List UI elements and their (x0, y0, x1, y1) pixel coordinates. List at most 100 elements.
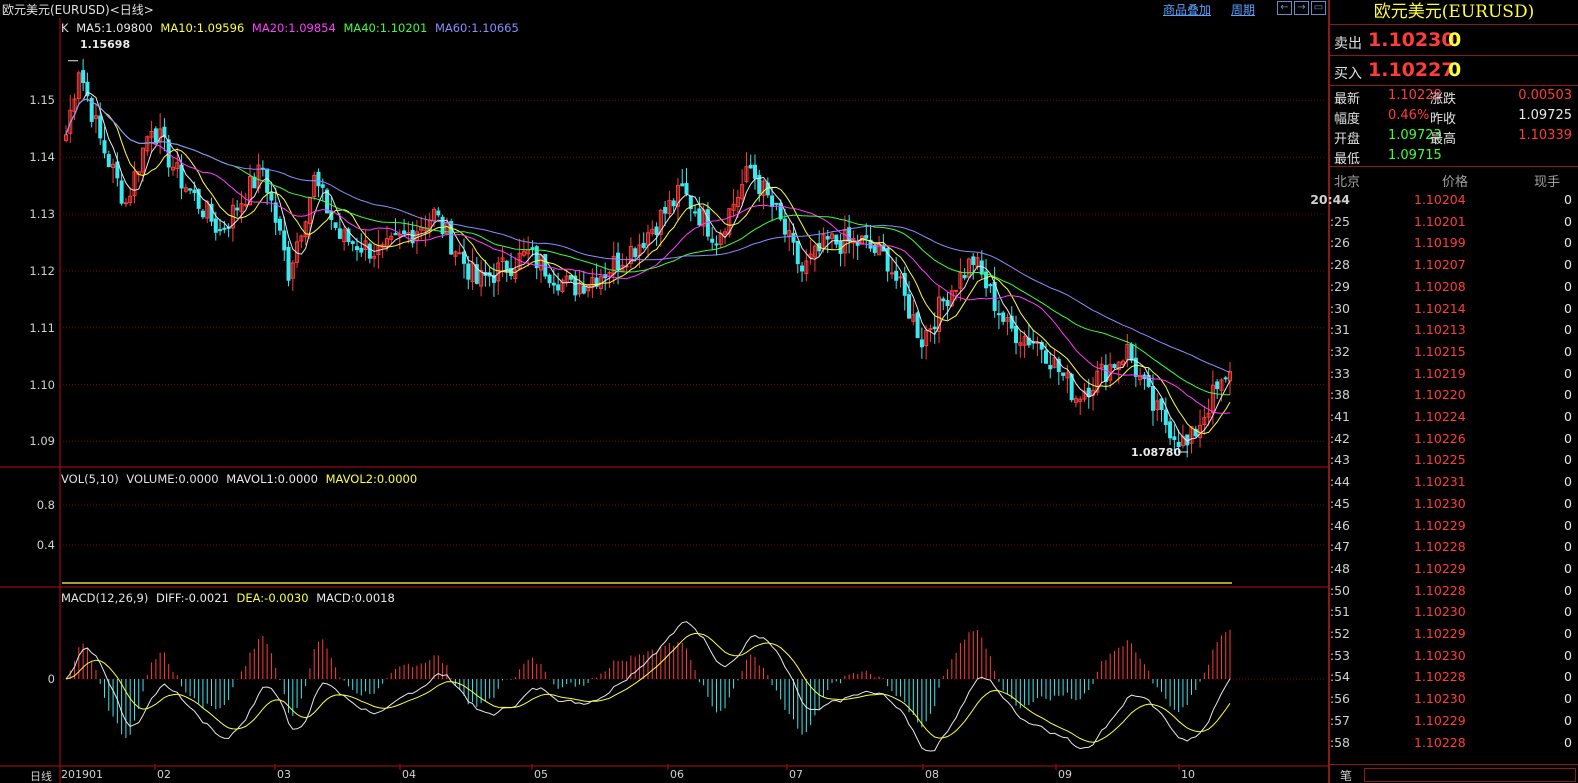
tick-row[interactable]: :30 1.10214 0 (1330, 301, 1578, 323)
ticks-header-vol: 现手 (1534, 175, 1561, 190)
stat-label: 最高 (1430, 132, 1457, 147)
stat-label: 涨跌 (1430, 92, 1457, 107)
candle-up (457, 252, 462, 255)
candle-down (1163, 409, 1168, 425)
tick-row[interactable]: :48 1.10229 0 (1330, 561, 1578, 583)
sell-volume: 0 (1448, 29, 1462, 51)
tick-row[interactable]: :57 1.10229 0 (1330, 713, 1578, 735)
tick-row[interactable]: :53 1.10230 0 (1330, 648, 1578, 670)
ma5-line (65, 91, 1231, 442)
tick-row[interactable]: :50 1.10228 0 (1330, 583, 1578, 605)
candle-down (941, 298, 946, 302)
tick-row[interactable]: :31 1.10213 0 (1330, 322, 1578, 344)
candle-down (265, 168, 270, 193)
tick-row[interactable]: :51 1.10230 0 (1330, 604, 1578, 626)
buy-row[interactable]: 买入 1.10227 0 (1330, 56, 1578, 86)
tick-price: 1.10230 (1414, 604, 1466, 620)
time-tick-label: 07 (789, 768, 803, 781)
candle-down (864, 235, 869, 239)
candle-down (410, 229, 415, 244)
tick-row[interactable]: :47 1.10228 0 (1330, 539, 1578, 561)
tick-time: :47 (1329, 539, 1350, 555)
tick-row[interactable]: :33 1.10219 0 (1330, 366, 1578, 388)
tick-row[interactable]: :56 1.10230 0 (1330, 691, 1578, 713)
tick-price: 1.10201 (1414, 213, 1466, 229)
divider (1330, 764, 1578, 765)
tick-volume: 0 (1564, 300, 1572, 316)
tick-row[interactable]: 20:44 1.10204 0 (1310, 192, 1578, 214)
tick-row[interactable]: :32 1.10215 0 (1330, 344, 1578, 366)
legend-volume: VOLUME:0.0000 (126, 472, 219, 486)
restore-window-icon[interactable]: ▭ (1311, 1, 1326, 15)
macd-legend: MACD(12,26,9) DIFF:-0.0021 DEA:-0.0030 M… (61, 591, 399, 605)
candle-up (123, 202, 128, 205)
tick-price: 1.10204 (1414, 192, 1466, 207)
tick-time: :33 (1329, 365, 1350, 381)
price-tick-label: 1.14 (29, 150, 55, 165)
tick-volume: 0 (1564, 495, 1572, 511)
legend-macd-value: MACD:0.0018 (316, 591, 395, 605)
candle-down (915, 312, 920, 339)
tick-row[interactable]: :46 1.10229 0 (1330, 518, 1578, 540)
tick-row[interactable]: :45 1.10230 0 (1330, 496, 1578, 518)
chart-area[interactable]: 欧元美元(EURUSD)<日线> 商品叠加 周期 ← → ▭ K MA5:1.0… (0, 0, 1328, 783)
candle-down (320, 184, 325, 188)
legend-dea: DEA:-0.0030 (236, 591, 309, 605)
low-annotation: 1.08780 (1131, 446, 1182, 459)
buy-label: 买入 (1334, 66, 1362, 82)
candle-down (633, 248, 638, 258)
tick-row[interactable]: :52 1.10229 0 (1330, 626, 1578, 648)
tick-price: 1.10214 (1414, 300, 1466, 316)
tick-time: :52 (1329, 626, 1350, 641)
tick-time: :48 (1329, 560, 1350, 576)
tick-volume: 0 (1564, 452, 1572, 468)
period-link[interactable]: 周期 (1231, 1, 1255, 18)
tick-price: 1.10220 (1414, 387, 1466, 403)
candle-down (654, 226, 659, 236)
tick-row[interactable]: :42 1.10226 0 (1330, 431, 1578, 453)
scroll-left-icon[interactable]: ← (1277, 1, 1292, 15)
candle-down (316, 171, 321, 187)
tick-row[interactable]: :44 1.10231 0 (1330, 474, 1578, 496)
tick-time: 20:44 (1310, 192, 1350, 207)
candle-down (551, 282, 556, 286)
tick-time: :26 (1329, 235, 1350, 251)
tick-row[interactable]: :29 1.10208 0 (1330, 279, 1578, 301)
candle-down (213, 218, 218, 233)
candle-down (663, 206, 668, 214)
tick-row[interactable]: :26 1.10199 0 (1330, 235, 1578, 257)
dea-line (65, 632, 1231, 743)
candle-down (971, 256, 976, 266)
tick-time: :38 (1329, 387, 1350, 403)
candle-down (641, 242, 646, 248)
candle-down (710, 238, 715, 243)
tick-price: 1.10215 (1414, 343, 1466, 359)
tick-row[interactable]: :58 1.10228 0 (1330, 735, 1578, 757)
tick-price: 1.10230 (1414, 647, 1466, 663)
tick-price: 1.10228 (1414, 539, 1466, 555)
candle-down (235, 207, 240, 211)
price-tick-label: 1.11 (29, 320, 55, 335)
candle-down (919, 339, 924, 348)
candle-down (98, 115, 103, 139)
chart-canvas[interactable] (0, 0, 1328, 783)
tick-row[interactable]: :54 1.10228 0 (1330, 669, 1578, 691)
tick-row[interactable]: :41 1.10224 0 (1330, 409, 1578, 431)
candle-down (1043, 350, 1048, 364)
tick-time: :57 (1329, 712, 1350, 728)
tick-time: :53 (1329, 647, 1350, 663)
candle-down (1048, 365, 1053, 370)
tick-row[interactable]: :28 1.10207 0 (1330, 257, 1578, 279)
tick-row[interactable]: :43 1.10225 0 (1330, 452, 1578, 474)
tick-row[interactable]: :38 1.10220 0 (1330, 387, 1578, 409)
bottom-input[interactable] (1364, 768, 1576, 782)
scroll-right-icon[interactable]: → (1294, 1, 1309, 15)
candle-down (556, 284, 561, 291)
overlay-link[interactable]: 商品叠加 (1163, 1, 1211, 18)
tick-volume: 0 (1564, 539, 1572, 555)
sell-row[interactable]: 卖出 1.10230 0 (1330, 26, 1578, 56)
tick-price: 1.10226 (1414, 430, 1466, 446)
tick-row[interactable]: :25 1.10201 0 (1330, 214, 1578, 236)
time-tick-label: 03 (277, 768, 291, 781)
candle-down (962, 275, 967, 279)
